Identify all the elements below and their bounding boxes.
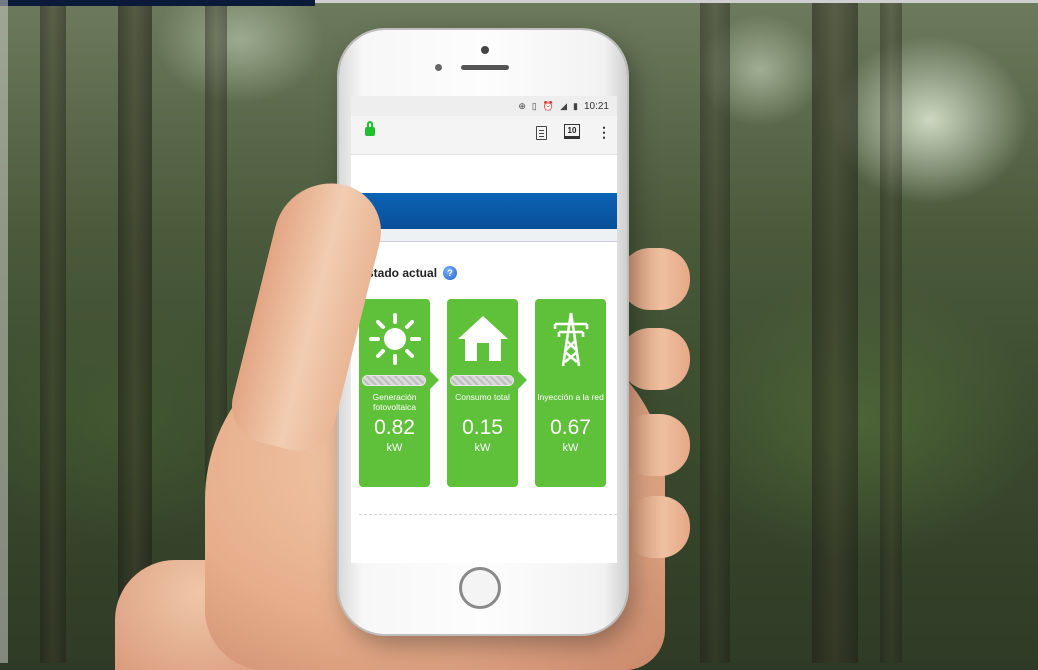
home-button[interactable] bbox=[459, 567, 501, 609]
phone-screen: ⊕ ▯ ⏰ ◢ ▮ 10:21 10 ⋮ Estado actual ? Gen… bbox=[351, 96, 617, 563]
card-label: Inyección a la red bbox=[537, 392, 604, 402]
card-unit: kW bbox=[562, 442, 579, 454]
data-saver-icon: ⊕ bbox=[518, 100, 526, 111]
tabs-button[interactable]: 10 bbox=[564, 124, 580, 139]
battery-icon: ▮ bbox=[573, 100, 578, 111]
card-grid-feed-in[interactable]: Inyección a la red 0.67 kW bbox=[535, 299, 606, 487]
reader-mode-icon[interactable] bbox=[536, 126, 547, 140]
earpiece-speaker bbox=[461, 65, 509, 70]
card-value: 0.67 bbox=[550, 416, 591, 439]
sun-icon bbox=[359, 311, 430, 367]
card-label: Generación fotovoltaica bbox=[372, 392, 417, 412]
site-header-bar bbox=[351, 193, 617, 229]
vibrate-icon: ▯ bbox=[531, 100, 537, 111]
card-unit: kW bbox=[386, 442, 403, 454]
top-frame-edge bbox=[0, 0, 315, 6]
card-total-consumption[interactable]: Consumo total 0.15 kW bbox=[447, 299, 518, 487]
help-icon[interactable]: ? bbox=[443, 266, 458, 280]
status-bar: ⊕ ▯ ⏰ ◢ ▮ 10:21 bbox=[351, 96, 617, 116]
card-value: 0.82 bbox=[374, 416, 415, 439]
activity-bar bbox=[362, 375, 426, 386]
front-camera bbox=[481, 46, 489, 54]
smartphone: ⊕ ▯ ⏰ ◢ ▮ 10:21 10 ⋮ Estado actual ? Gen… bbox=[339, 30, 627, 634]
flow-arrow bbox=[430, 371, 439, 389]
activity-bar bbox=[450, 375, 514, 386]
proximity-sensor bbox=[435, 64, 442, 71]
top-frame-edge-light bbox=[315, 0, 1038, 3]
left-frame-edge bbox=[0, 0, 8, 663]
secure-lock-icon[interactable] bbox=[365, 121, 375, 136]
card-pv-generation[interactable]: Generación fotovoltaica 0.82 kW bbox=[359, 299, 430, 487]
content-divider bbox=[359, 514, 617, 515]
overflow-menu-icon[interactable]: ⋮ bbox=[597, 125, 611, 139]
card-label: Consumo total bbox=[455, 392, 510, 402]
card-unit: kW bbox=[474, 442, 491, 454]
section-header: Estado actual ? bbox=[359, 266, 458, 280]
signal-icon: ◢ bbox=[560, 100, 568, 111]
card-value: 0.15 bbox=[462, 416, 503, 439]
flow-arrow bbox=[518, 371, 527, 389]
house-icon bbox=[447, 311, 518, 367]
site-header-divider bbox=[351, 229, 617, 242]
status-time: 10:21 bbox=[583, 100, 609, 112]
power-tower-icon bbox=[535, 311, 606, 367]
alarm-icon: ⏰ bbox=[542, 100, 555, 111]
browser-toolbar: 10 ⋮ bbox=[351, 116, 617, 155]
